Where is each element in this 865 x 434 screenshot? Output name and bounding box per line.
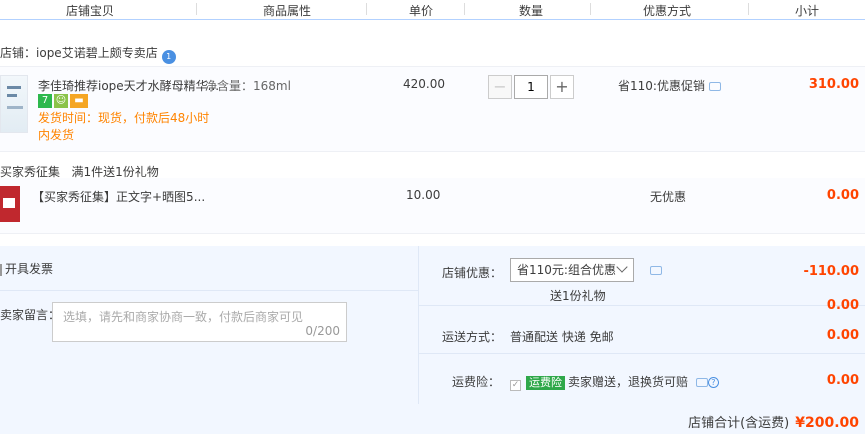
product-thumbnail[interactable] [0,186,20,222]
insurance-amount: 0.00 [826,373,859,388]
col-promo-header: 优惠方式 [643,4,692,18]
insurance-option: ✓ 运费险 卖家赠送，退换货可赔 ? [510,373,719,391]
discount-gift-note: 送1份礼物 [550,289,606,303]
insurance-text: 卖家赠送，退换货可赔 [568,375,689,389]
gift-group-desc: 满1件送1份礼物 [71,165,159,179]
subtotal-value: 0.00 [826,188,859,203]
total-amount: ¥200.00 [795,415,859,431]
discount-selected-value: 省110元:组合优惠 [517,263,616,277]
discount-select[interactable]: 省110元:组合优惠 [510,258,634,282]
shop-badge-icon[interactable]: 1 [161,50,176,64]
shop-label: 店铺： [0,46,37,60]
chat-icon[interactable] [695,378,708,387]
shipping-time-note: 发货时间：现货，付款后48小时 内发货 [38,110,218,144]
chevron-down-icon [616,261,628,273]
shipping-method: 普通配送 快递 免邮 [510,330,614,344]
message-label: 卖家留言： [0,308,61,322]
shipping-amount: 0.00 [826,328,859,343]
col-attr-header: 商品属性 [263,4,312,18]
shop-name-link[interactable]: iope艾诺碧上颇专卖店 [36,46,158,60]
android-icon[interactable]: ☺ [54,94,68,108]
quantity-input[interactable] [514,75,548,99]
invoice-option[interactable]: 开具发票 [0,260,53,277]
message-placeholder: 选填，请先和商家协商一致，付款后商家可见 [63,310,304,324]
header-divider [590,3,591,15]
discount-amount: -110.00 [803,264,859,279]
shipping-time-line1: 发货时间：现货，付款后48小时 [38,111,210,125]
promo-label: 省110:优惠促销 [618,79,705,93]
promo-text: 省110:优惠促销 [618,77,721,94]
gift-group-label: 买家秀征集 [0,165,61,179]
message-char-count: 0/200 [305,324,340,338]
header-divider [366,3,367,15]
col-price-header: 单价 [409,4,434,18]
insurance-label: 运费险： [452,375,501,389]
shop-line: 店铺：iope艾诺碧上颇专卖店 1 [0,44,176,64]
col-qty-header: 数量 [519,4,544,18]
invoice-checkbox[interactable] [0,263,2,276]
col-item-header: 店铺宝贝 [66,4,115,18]
total-label: 店铺合计(含运费) [688,416,790,431]
header-divider [464,3,465,15]
subtotal-value: 310.00 [808,77,859,92]
insurance-tag: 运费险 [526,376,565,390]
discount-label: 店铺优惠： [442,266,503,280]
header-divider [748,3,749,15]
cart-item-row: 李佳琦推荐iope天才水酵母精华... 净含量：168ml 7 ☺ ▬ 发货时间：现… [0,66,865,152]
help-icon[interactable]: ? [707,377,719,388]
product-attribute: 净含量：168ml [205,79,291,93]
seven-day-return-icon[interactable]: 7 [38,94,52,108]
cart-item-row: 【买家秀征集】正文字+晒图5... 10.00 无优惠 0.00 [0,178,865,234]
panel-divider [0,290,418,291]
product-title-link[interactable]: 李佳琦推荐iope天才水酵母精华... [38,77,219,94]
promo-text: 无优惠 [650,190,687,204]
increase-qty-button[interactable]: + [550,75,574,99]
chat-icon[interactable] [708,82,721,91]
shipping-label: 运送方式： [442,330,503,344]
unit-price: 10.00 [406,188,441,202]
shipping-time-line2: 内发货 [38,128,75,142]
seller-message-input[interactable]: 选填，请先和商家协商一致，付款后商家可见 0/200 [52,302,347,342]
header-divider [196,3,197,15]
col-subtotal-header: 小计 [795,4,820,18]
shop-total: 店铺合计(含运费) ¥200.00 [688,412,859,431]
unit-price: 420.00 [403,77,445,91]
product-thumbnail[interactable] [0,75,28,133]
product-title-link[interactable]: 【买家秀征集】正文字+晒图5... [32,188,205,205]
service-icons: 7 ☺ ▬ [38,94,90,108]
card-icon[interactable]: ▬ [70,94,88,108]
chat-icon[interactable] [650,266,662,275]
invoice-label: 开具发票 [5,262,54,276]
decrease-qty-button[interactable]: − [488,75,512,99]
cart-column-header: 店铺宝贝 商品属性 单价 数量 优惠方式 小计 [0,0,865,20]
insurance-checkbox[interactable]: ✓ [510,380,521,391]
